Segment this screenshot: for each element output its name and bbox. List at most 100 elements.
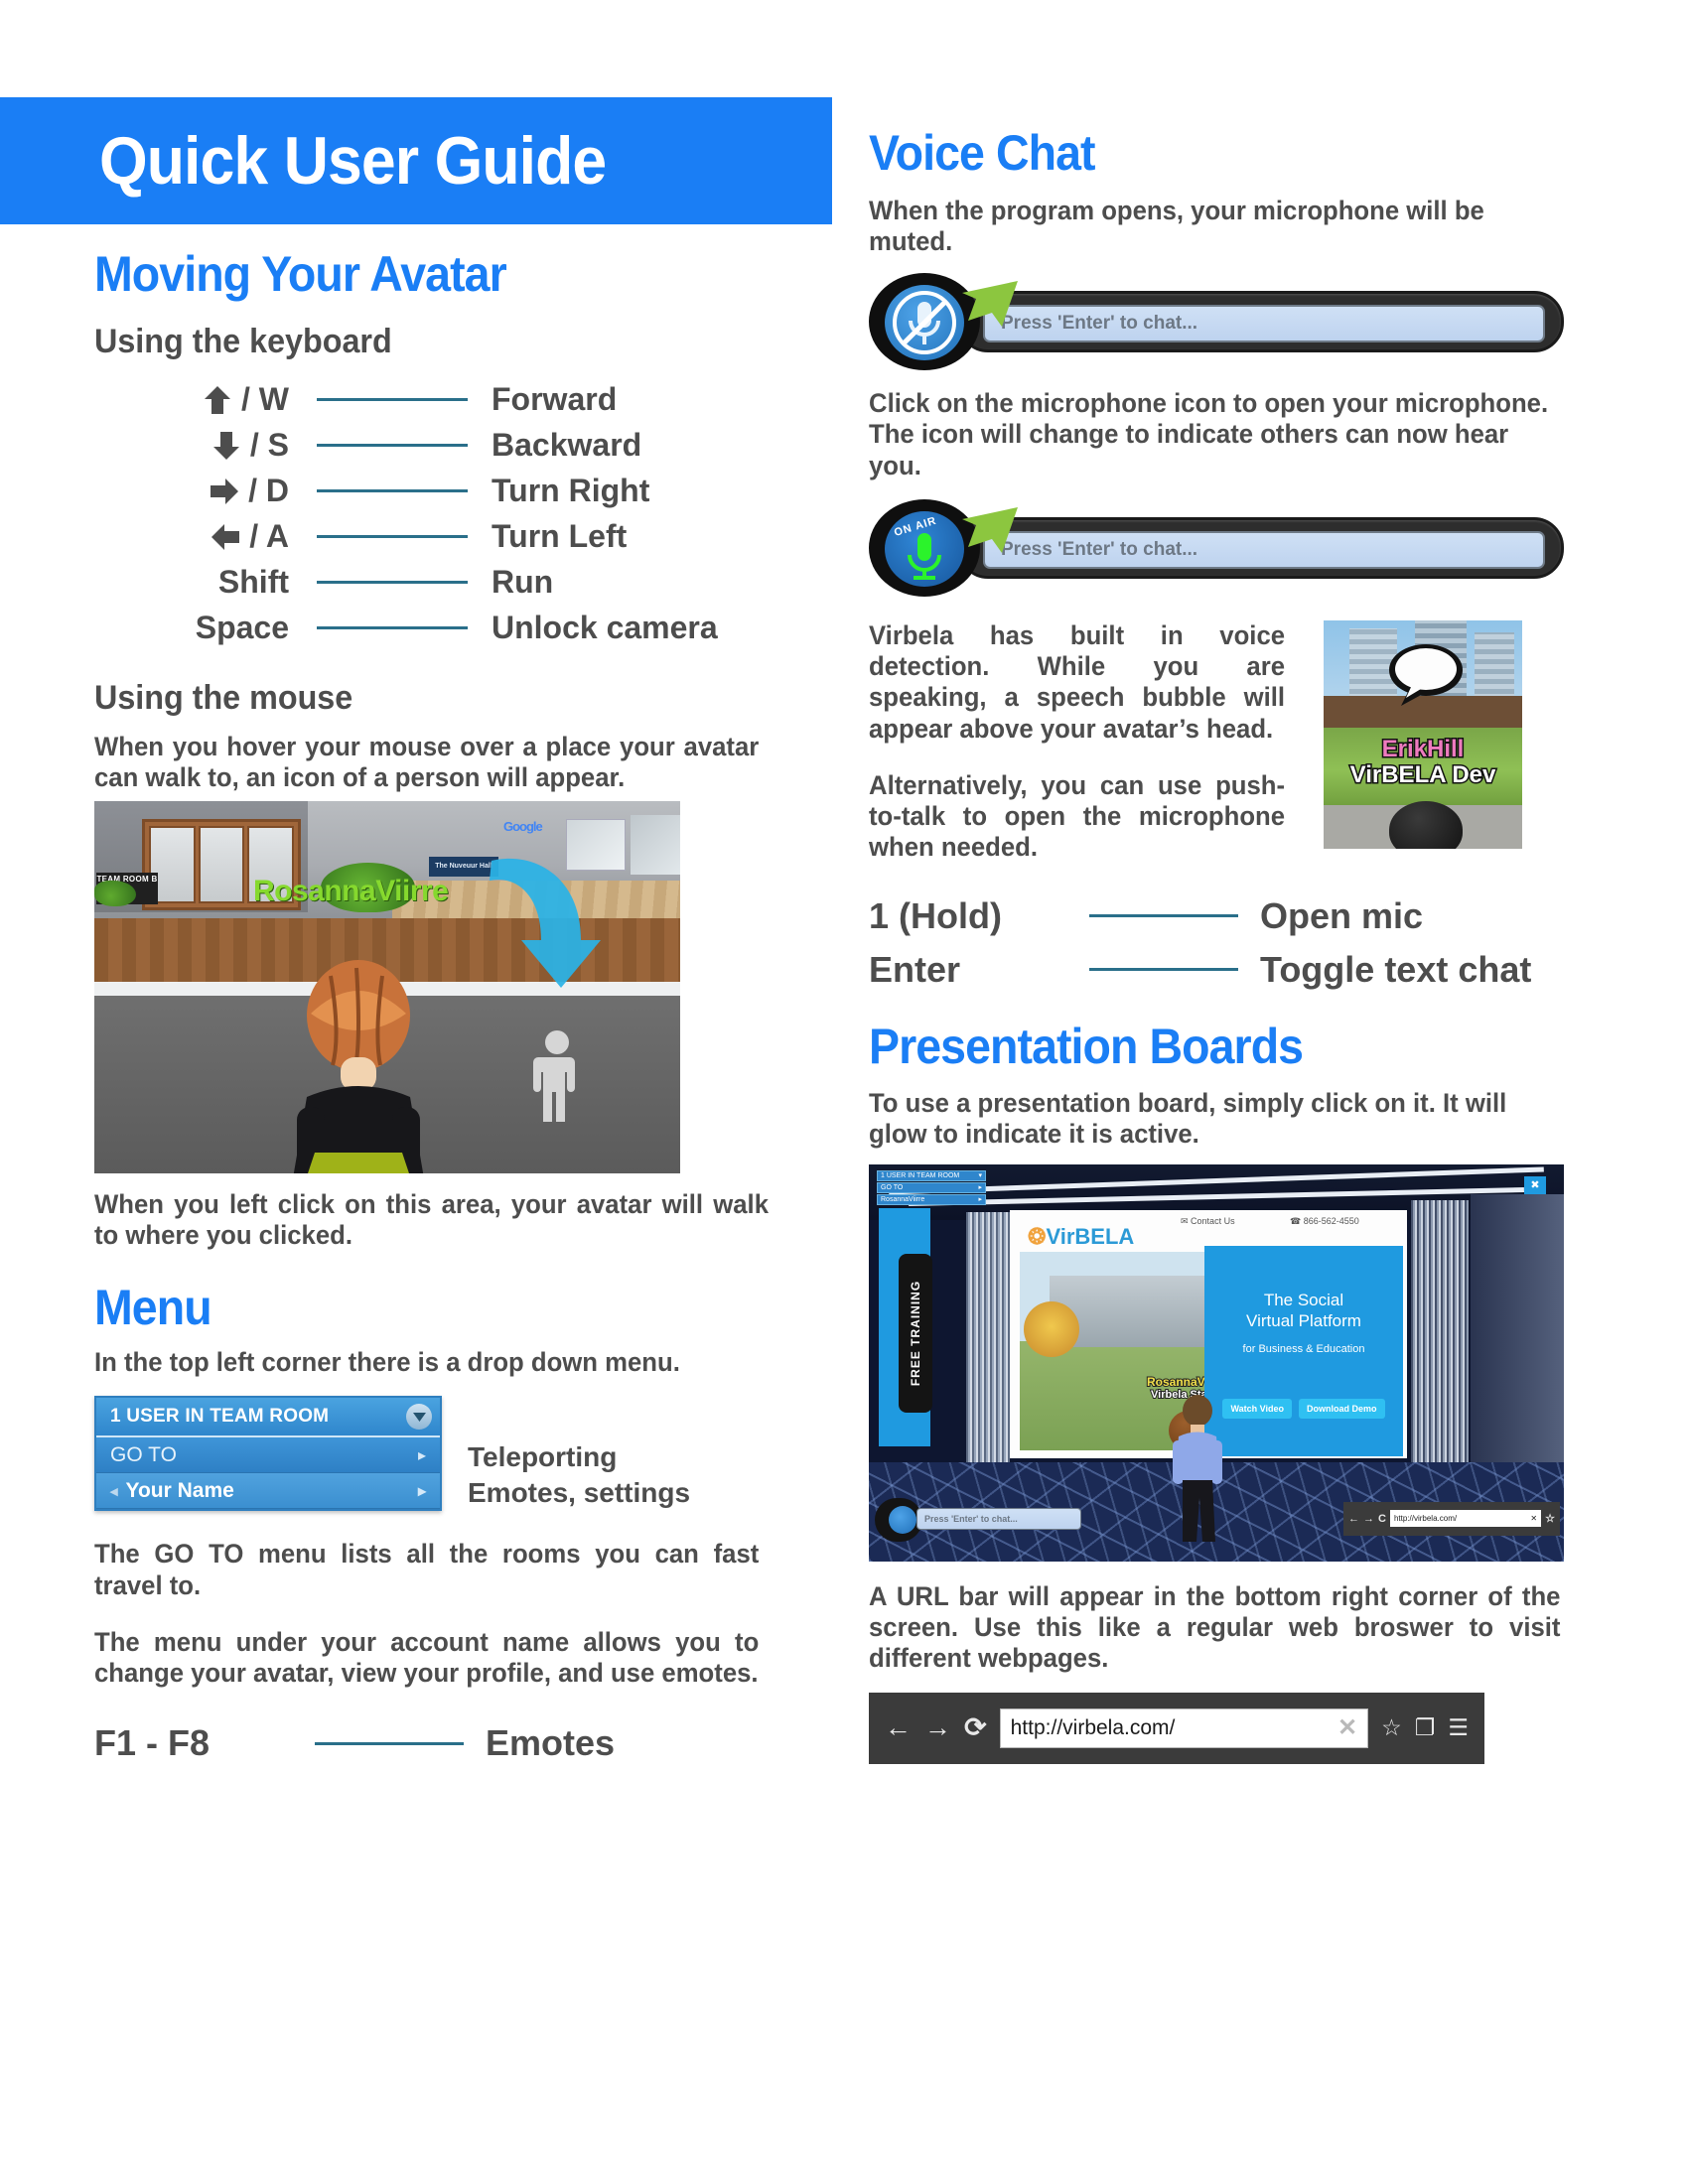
url-input[interactable]: http://virbela.com/ ✕: [999, 1707, 1369, 1748]
rule: [317, 535, 468, 538]
menu-header-label: 1 USER IN TEAM ROOM: [110, 1406, 330, 1428]
url-field[interactable]: http://virbela.com/ ✕: [1389, 1510, 1542, 1528]
chevron-right-icon: ▸: [978, 1196, 982, 1204]
back-icon[interactable]: ←: [885, 1714, 912, 1741]
moving-avatar-heading: Moving Your Avatar: [94, 246, 507, 302]
cast-icon[interactable]: ❐: [1415, 1714, 1436, 1741]
menu-header-label: 1 USER IN TEAM ROOM: [881, 1171, 960, 1179]
green-pointer-arrow-icon: [962, 506, 1018, 553]
mic-muted-text: When the program opens, your microphone …: [869, 195, 1484, 256]
action-run: Run: [492, 564, 554, 600]
player-avatar: [293, 960, 424, 1174]
scene-pillar: [966, 1211, 1010, 1462]
phone-label: 866-562-4550: [1303, 1215, 1359, 1226]
rule: [1089, 914, 1238, 918]
menu-header[interactable]: 1 USER IN TEAM ROOM ▾: [877, 1169, 986, 1181]
keyboard-row-forward: / W Forward: [94, 377, 819, 423]
cta-panel: The Social Virtual Platform for Business…: [1204, 1245, 1403, 1456]
chat-input-muted[interactable]: Press 'Enter' to chat...: [983, 305, 1545, 343]
on-air-mic-chatbar-widget: Press 'Enter' to chat... ON AIR: [869, 498, 1564, 597]
scene-right-wall: [1471, 1193, 1564, 1467]
chevron-right-icon: ▸: [417, 1446, 426, 1464]
player-avatar: [1173, 1394, 1222, 1542]
clear-icon[interactable]: ✕: [1337, 1713, 1357, 1742]
menu-item-your-name[interactable]: ◂ Your Name ▸: [96, 1473, 440, 1510]
menu-item-user[interactable]: RosannaViirre ▸: [877, 1193, 986, 1205]
key-turn-left-label: / A: [249, 518, 289, 554]
in-world-url-bar[interactable]: ← → C http://virbela.com/ ✕ ☆: [1343, 1501, 1560, 1536]
contact-us-link[interactable]: ✉ Contact Us: [1181, 1216, 1235, 1227]
logo-mark-icon: ❂: [1028, 1223, 1047, 1249]
avatar-nametag: RosannaViirre: [253, 875, 449, 908]
watch-video-button[interactable]: Watch Video: [1222, 1399, 1292, 1420]
bookmark-star-icon[interactable]: ☆: [1381, 1714, 1402, 1741]
green-pointer-arrow-icon: [962, 281, 1018, 328]
close-board-button[interactable]: ✖: [1524, 1175, 1546, 1194]
url-text: http://virbela.com/: [1010, 1715, 1176, 1739]
muted-mic-chatbar-widget: Press 'Enter' to chat...: [869, 273, 1564, 371]
forward-icon[interactable]: →: [924, 1714, 951, 1741]
hamburger-menu-icon[interactable]: ☰: [1448, 1714, 1469, 1741]
presentation-board-screenshot: FREE TRAINING 1 USER IN TEAM ROOM ▾ GO TO…: [869, 1163, 1564, 1562]
menu-header[interactable]: 1 USER IN TEAM ROOM: [96, 1398, 440, 1438]
download-demo-button[interactable]: Download Demo: [1299, 1399, 1385, 1420]
key-emotes: F1 - F8: [94, 1722, 211, 1764]
chevron-left-icon: ◂: [110, 1482, 118, 1500]
chevron-down-icon: ▾: [978, 1172, 982, 1180]
chat-input-live[interactable]: Press 'Enter' to chat...: [983, 530, 1545, 569]
key-run: Shift: [217, 564, 289, 600]
keyboard-row-turn-left: / A Turn Left: [94, 514, 819, 560]
rule: [317, 626, 468, 629]
chevron-right-icon: ▸: [978, 1184, 982, 1192]
presentation-boards-heading: Presentation Boards: [869, 1018, 1304, 1074]
key-toggle-chat: Enter: [869, 948, 961, 990]
key-turn-right: / D: [94, 473, 293, 509]
forward-icon[interactable]: →: [1363, 1513, 1374, 1525]
menu-item-go-to-label: GO TO: [881, 1183, 904, 1191]
rule: [1089, 968, 1238, 972]
chevron-down-icon[interactable]: [406, 1404, 432, 1431]
rule: [317, 581, 468, 584]
back-icon[interactable]: ←: [1348, 1513, 1359, 1525]
key-unlock-camera: Space: [195, 610, 289, 645]
in-world-dropdown-menu[interactable]: 1 USER IN TEAM ROOM ▾ GO TO ▸ RosannaViirr…: [877, 1169, 986, 1206]
voice-detection-text: Virbela has built in voice detection. Wh…: [869, 619, 1286, 744]
key-forward: / W: [94, 381, 293, 418]
caption-teleporting: Teleporting: [468, 1441, 618, 1473]
reload-icon[interactable]: C: [1378, 1513, 1386, 1525]
logo-text: VirBELA: [1046, 1223, 1135, 1249]
arrow-down-icon: [210, 429, 243, 463]
action-turn-left: Turn Left: [492, 518, 628, 554]
rule: [317, 398, 468, 401]
chat-input[interactable]: Press 'Enter' to chat...: [916, 1507, 1081, 1530]
page-title: Quick User Guide: [99, 123, 607, 199]
mic-muted-icon: [885, 285, 964, 361]
dropdown-menu-widget[interactable]: 1 USER IN TEAM ROOM GO TO ▸ ◂ Your Name …: [94, 1396, 442, 1512]
google-logo: Google: [503, 819, 543, 835]
cta-title: The Social Virtual Platform: [1246, 1290, 1361, 1330]
menu-item-go-to[interactable]: GO TO ▸: [877, 1181, 986, 1193]
key-turn-left: / A: [94, 518, 293, 555]
reload-icon[interactable]: ⟳: [964, 1714, 987, 1741]
mic-muted-icon: [889, 1505, 916, 1534]
key-open-mic: 1 (Hold): [869, 894, 1002, 936]
left-column: Moving Your Avatar Using the keyboard / …: [94, 248, 819, 1770]
menu-item-go-to-label: GO TO: [110, 1442, 177, 1466]
clear-icon[interactable]: ✕: [1530, 1514, 1537, 1523]
rule: [317, 489, 468, 492]
menu-item-go-to[interactable]: GO TO ▸: [96, 1437, 440, 1474]
action-forward: Forward: [492, 381, 618, 417]
action-toggle-chat: Toggle text chat: [1260, 948, 1532, 990]
free-training-sign: FREE TRAINING: [899, 1253, 932, 1413]
scene-panel-b: [631, 815, 680, 876]
url-text: http://virbela.com/: [1393, 1514, 1458, 1524]
click-mic-text: Click on the microphone icon to open you…: [869, 388, 1549, 480]
menu-item-your-name-label: Your Name: [125, 1478, 234, 1502]
rule: [317, 444, 468, 447]
bookmark-star-icon[interactable]: ☆: [1545, 1512, 1555, 1525]
mic-on-icon: ON AIR: [885, 510, 964, 587]
voice-chat-heading: Voice Chat: [869, 125, 1095, 181]
key-forward-label: / W: [241, 381, 289, 417]
virbela-logo: ❂VirBELA: [1028, 1224, 1134, 1250]
key-backward-label: / S: [249, 427, 289, 463]
